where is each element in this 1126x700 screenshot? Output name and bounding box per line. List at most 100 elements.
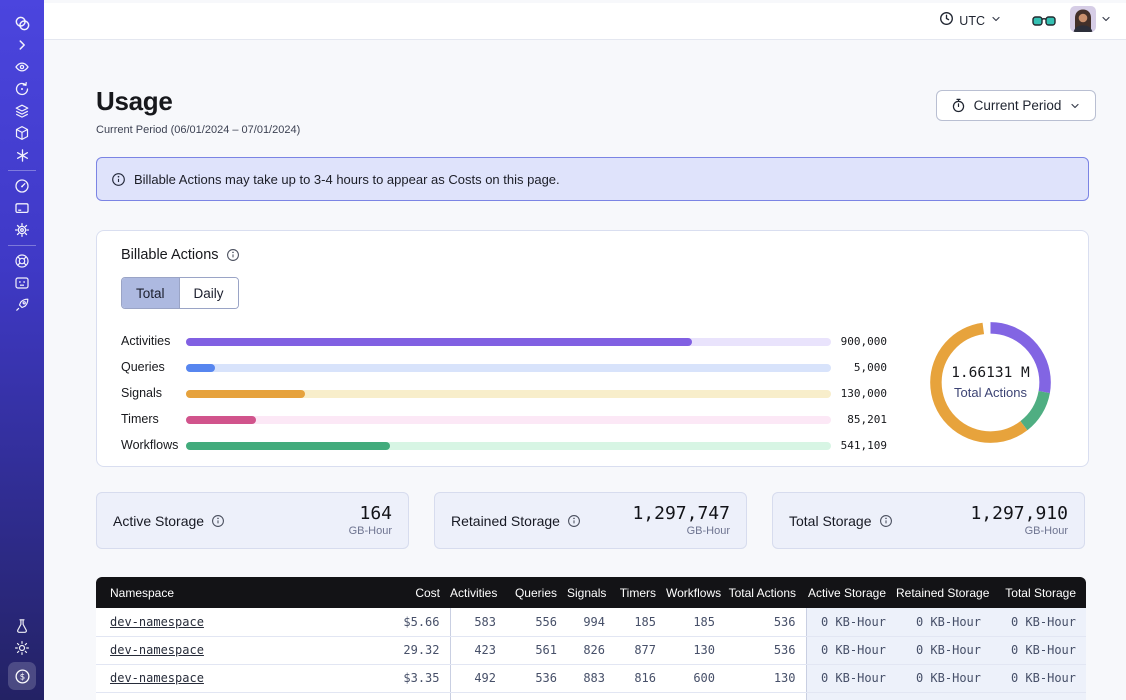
chevron-right-icon[interactable] (0, 34, 44, 56)
billable-actions-title: Billable Actions (121, 247, 240, 263)
col-header-retained-storage[interactable]: Retained Storage (896, 577, 991, 608)
stat-value: 164 (349, 504, 392, 524)
col-header-namespace[interactable]: Namespace (96, 577, 364, 608)
bar-row-workflows: Workflows 541,109 (97, 433, 927, 459)
billable-actions-card: Billable Actions Total Daily Activities … (96, 230, 1089, 467)
cell-retained-storage: 0 KB-Hour (896, 636, 991, 664)
info-banner-text: Billable Actions may take up to 3-4 hour… (134, 172, 560, 187)
active-storage-card: Active Storage 164 GB-Hour (96, 492, 409, 549)
bar-fill (186, 416, 256, 424)
stat-value: 1,297,910 (970, 504, 1068, 524)
flask-icon[interactable] (0, 615, 44, 637)
info-icon[interactable] (879, 514, 893, 528)
col-header-timers[interactable]: Timers (615, 577, 666, 608)
credit-card-icon[interactable] (0, 197, 44, 219)
namespace-link[interactable]: dev-namespace (110, 615, 204, 629)
table-row: dev-namespace 29.32 423 561 826 877 130 … (96, 636, 1086, 664)
cell-timers: 816 (615, 664, 666, 692)
cell-cost: $3.35 (364, 664, 450, 692)
user-menu[interactable] (1070, 6, 1112, 37)
namespace-link[interactable]: dev-namespace (110, 671, 204, 685)
clock-icon (939, 11, 954, 31)
bar-track (186, 416, 831, 424)
bar-label: Timers (121, 412, 159, 426)
timezone-selector[interactable]: UTC (939, 11, 1002, 31)
bar-label: Signals (121, 386, 162, 400)
bar-fill (186, 442, 390, 450)
cell-queries: 561 (506, 636, 567, 664)
bar-track (186, 442, 831, 450)
tab-daily[interactable]: Daily (179, 278, 238, 308)
cell-activities: 423 (450, 636, 506, 664)
stat-value: 1,297,747 (632, 504, 730, 524)
bar-value: 130,000 (787, 387, 887, 400)
tab-total[interactable]: Total (122, 278, 179, 308)
info-icon[interactable] (567, 514, 581, 528)
col-header-active-storage[interactable]: Active Storage (806, 577, 896, 608)
billable-view-tabs: Total Daily (121, 277, 239, 309)
stat-unit: GB-Hour (632, 525, 730, 537)
bar-row-signals: Signals 130,000 (97, 381, 927, 407)
timezone-label: UTC (959, 14, 985, 28)
eye-icon[interactable] (0, 56, 44, 78)
cell-workflows: 130 (666, 636, 725, 664)
bar-value: 900,000 (787, 335, 887, 348)
lifebuoy-icon[interactable] (0, 250, 44, 272)
total-actions-label: Total Actions (925, 385, 1056, 400)
sidebar-divider (8, 170, 36, 171)
history-icon[interactable] (0, 78, 44, 100)
usage-page: $ UTC Usage Current Period (06/01/ (0, 0, 1126, 700)
col-header-signals[interactable]: Signals (567, 577, 615, 608)
gear-icon[interactable] (0, 219, 44, 241)
cell-total-storage: 0 KB-Hour (991, 608, 1086, 636)
cell-timers: 185 (615, 608, 666, 636)
stat-unit: GB-Hour (970, 525, 1068, 537)
namespace-link[interactable]: dev-namespace (110, 643, 204, 657)
col-header-total-actions[interactable]: Total Actions (725, 577, 806, 608)
glasses-icon[interactable] (1032, 14, 1056, 29)
rocket-icon[interactable] (0, 294, 44, 316)
avatar (1070, 6, 1096, 37)
dollar-icon[interactable]: $ (8, 662, 36, 690)
cube-icon[interactable] (0, 122, 44, 144)
cell-signals: 826 (567, 636, 615, 664)
bar-track (186, 338, 831, 346)
bar-value: 5,000 (787, 361, 887, 374)
col-header-activities[interactable]: Activities (450, 577, 506, 608)
col-header-queries[interactable]: Queries (506, 577, 567, 608)
info-icon (111, 172, 126, 187)
cell-signals: 883 (567, 664, 615, 692)
info-banner: Billable Actions may take up to 3-4 hour… (96, 157, 1089, 201)
period-selector-button[interactable]: Current Period (936, 90, 1096, 121)
cell-total-actions: 130 (725, 664, 806, 692)
cell-total-actions: 536 (725, 608, 806, 636)
temporal-logo-icon[interactable] (0, 12, 44, 34)
col-header-total-storage[interactable]: Total Storage (991, 577, 1086, 608)
stat-label: Active Storage (113, 513, 225, 529)
cell-timers: 877 (615, 636, 666, 664)
stat-label: Retained Storage (451, 513, 581, 529)
col-header-workflows[interactable]: Workflows (666, 577, 725, 608)
asterisk-icon[interactable] (0, 144, 44, 166)
sun-icon[interactable] (0, 637, 44, 659)
col-header-cost[interactable]: Cost (364, 577, 450, 608)
namespace-usage-table: Namespace Cost Activities Queries Signal… (96, 577, 1086, 700)
table-row: dev-namespace $5.66 583 556 994 185 185 … (96, 608, 1086, 636)
layers-icon[interactable] (0, 100, 44, 122)
info-icon[interactable] (226, 248, 240, 262)
cell-cost: 29.32 (364, 636, 450, 664)
cell-total-storage: 0 KB-Hour (991, 636, 1086, 664)
info-icon[interactable] (211, 514, 225, 528)
retained-storage-card: Retained Storage 1,297,747 GB-Hour (434, 492, 747, 549)
bar-fill (186, 390, 305, 398)
cell-active-storage: 0 KB-Hour (806, 636, 896, 664)
console-icon[interactable] (0, 272, 44, 294)
gauge-icon[interactable] (0, 175, 44, 197)
total-storage-card: Total Storage 1,297,910 GB-Hour (772, 492, 1085, 549)
cell-retained-storage: 0 KB-Hour (896, 608, 991, 636)
cell-workflows: 185 (666, 608, 725, 636)
bar-label: Activities (121, 334, 170, 348)
svg-text:$: $ (19, 672, 24, 682)
donut-center: 1.66131 M Total Actions (925, 365, 1056, 400)
cell-signals: 994 (567, 608, 615, 636)
